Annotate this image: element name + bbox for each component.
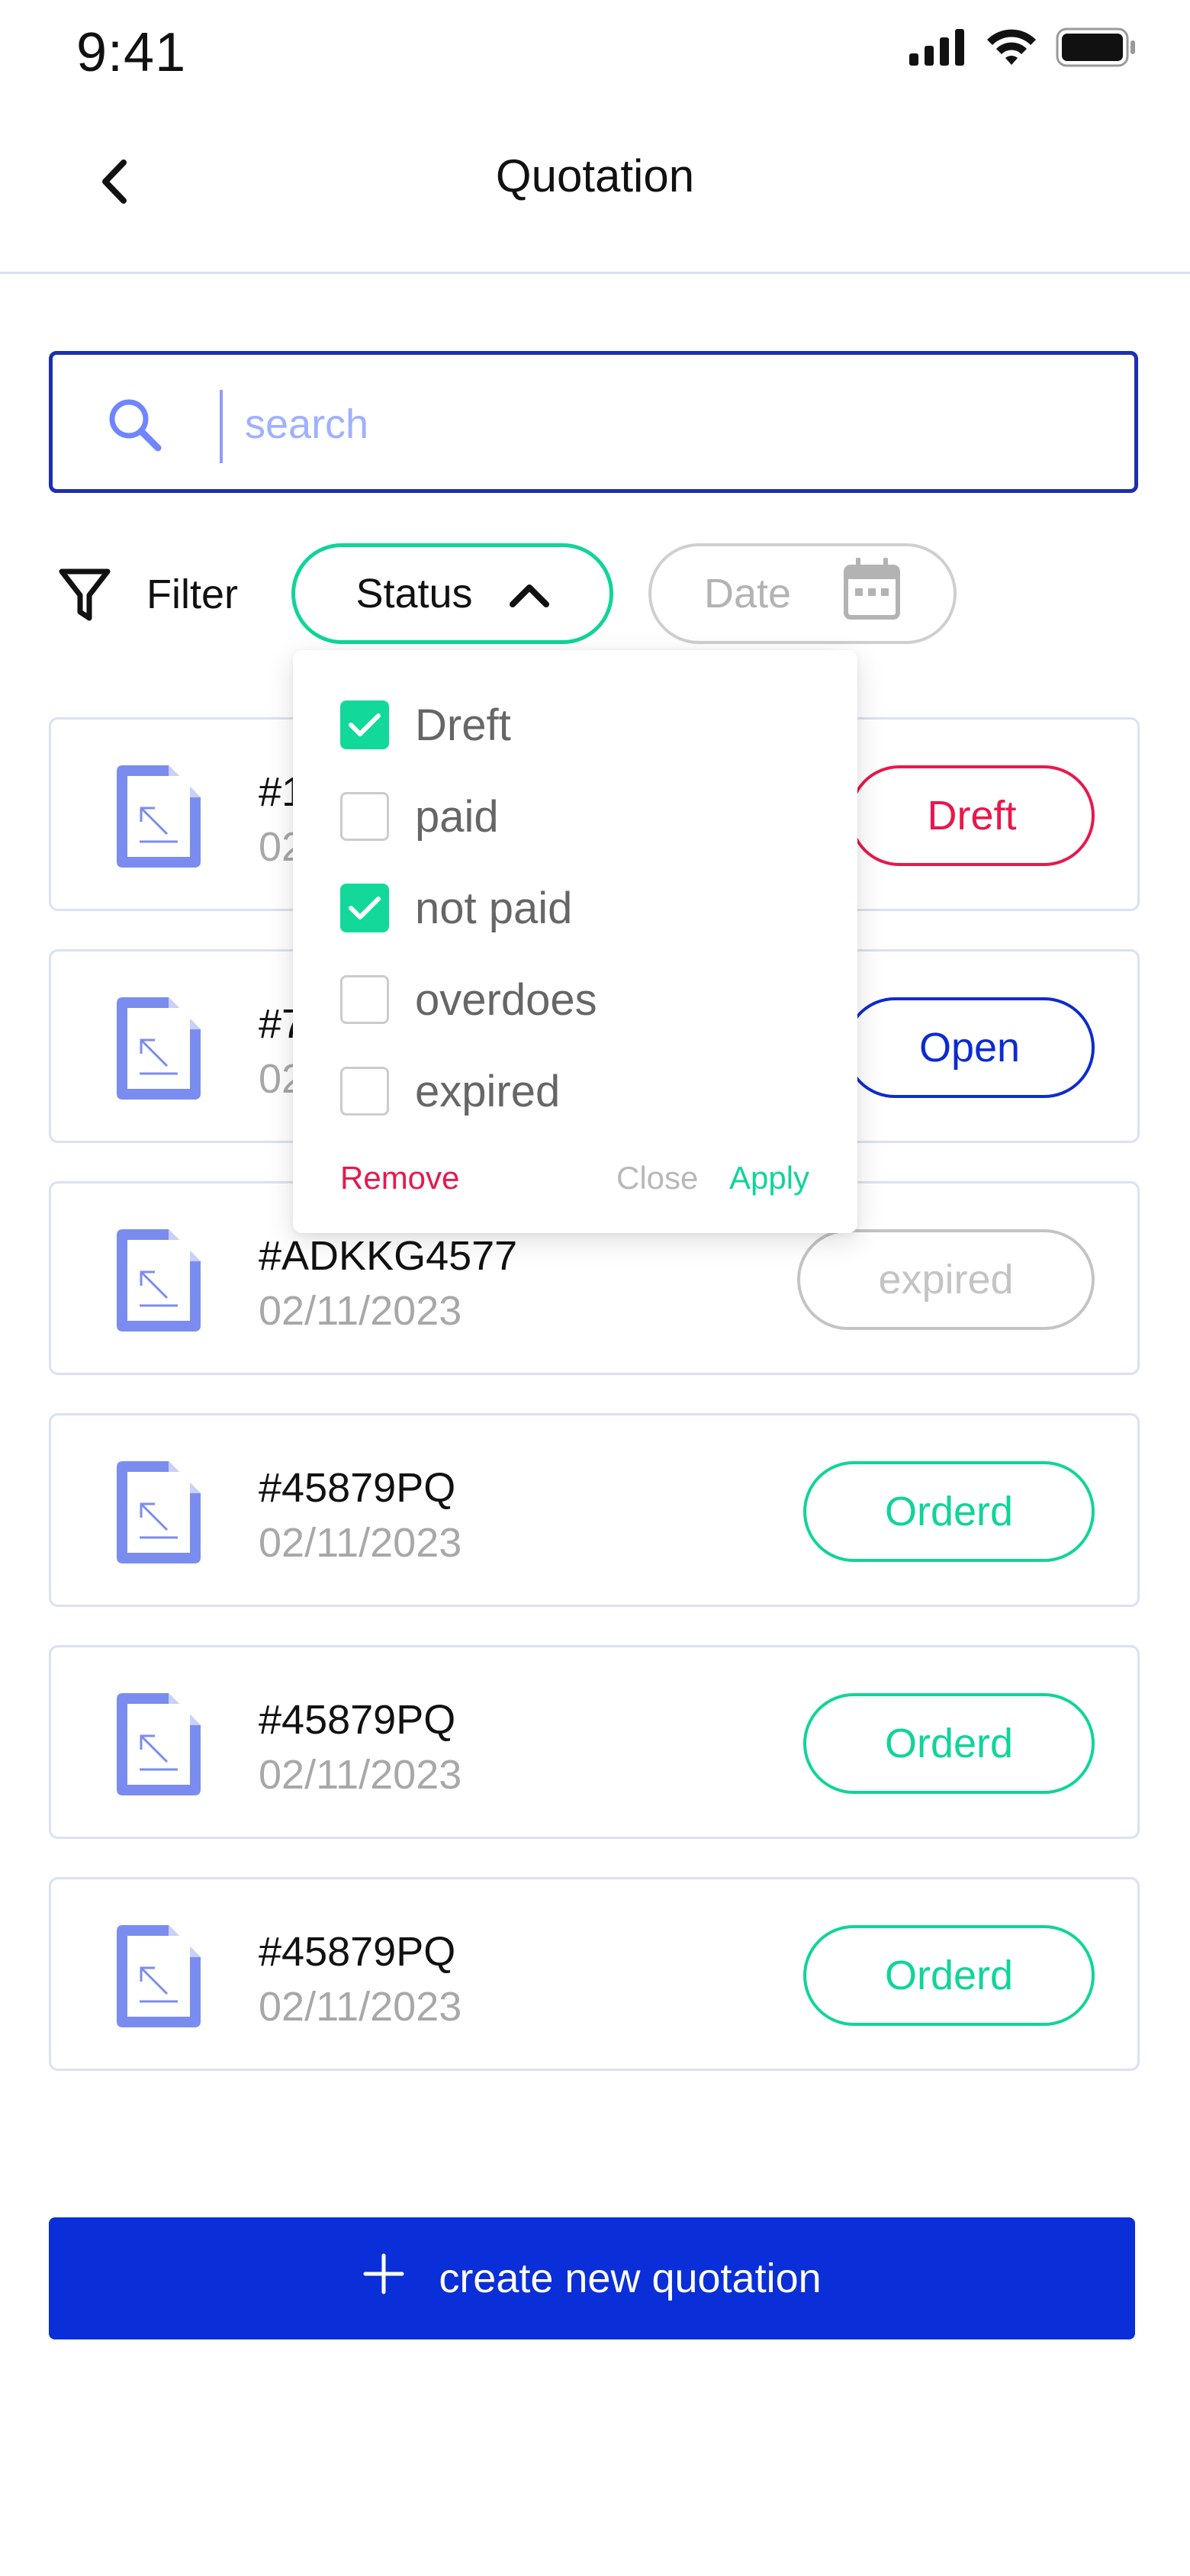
status-option-label: not paid <box>415 883 573 933</box>
checkbox-unchecked[interactable] <box>340 975 389 1024</box>
status-bar-icons <box>909 27 1137 71</box>
status-option-expired[interactable]: expired <box>340 1061 560 1122</box>
back-button[interactable] <box>92 153 137 214</box>
header-divider <box>0 272 1190 274</box>
status-option-overdoes[interactable]: overdoes <box>340 969 597 1030</box>
quotation-id: #45879PQ <box>259 1697 456 1743</box>
quotation-date: 02/11/2023 <box>259 1984 462 2030</box>
search-input[interactable] <box>243 385 1085 463</box>
quotation-date: 02/11/2023 <box>259 1752 462 1798</box>
status-dropdown: Dreft paid not paid overdoes expired Rem… <box>293 650 857 1233</box>
checkbox-unchecked[interactable] <box>340 1067 389 1116</box>
status-option-label: expired <box>415 1066 561 1116</box>
filter-label: Filter <box>146 572 238 617</box>
remove-filter-button[interactable]: Remove <box>340 1160 459 1196</box>
document-icon <box>117 1925 201 2031</box>
status-badge[interactable]: Orderd <box>803 1461 1095 1562</box>
status-badge[interactable]: Orderd <box>803 1693 1095 1794</box>
text-cursor <box>220 390 223 463</box>
quotation-card[interactable]: #45879PQ 02/11/2023 Orderd <box>49 1645 1140 1839</box>
status-option-label: overdoes <box>415 974 597 1025</box>
checkbox-checked[interactable] <box>340 884 389 932</box>
create-quotation-button[interactable]: create new quotation <box>49 2217 1135 2339</box>
checkbox-unchecked[interactable] <box>340 792 389 841</box>
quotation-card[interactable]: #45879PQ 02/11/2023 Orderd <box>49 1413 1140 1607</box>
quotation-date: 02/11/2023 <box>259 1288 462 1334</box>
search-icon <box>105 394 166 459</box>
wifi-icon <box>986 28 1037 70</box>
document-icon <box>117 1693 201 1799</box>
calendar-icon <box>843 556 901 630</box>
status-option-not-paid[interactable]: not paid <box>340 877 572 939</box>
date-chip-label: Date <box>703 571 792 617</box>
quotation-card[interactable]: #45879PQ 02/11/2023 Orderd <box>49 1877 1140 2071</box>
filter-icon[interactable] <box>58 568 111 626</box>
status-option-label: Dreft <box>415 700 511 750</box>
status-bar-time: 9:41 <box>76 22 187 83</box>
status-badge[interactable]: Dreft <box>849 765 1095 866</box>
document-icon <box>117 997 201 1103</box>
quotation-id: #ADKKG4577 <box>259 1233 518 1279</box>
status-option-label: paid <box>415 791 499 842</box>
date-filter-chip[interactable]: Date <box>648 543 957 644</box>
status-option-paid[interactable]: paid <box>340 786 499 847</box>
chevron-up-icon <box>509 570 549 617</box>
checkbox-checked[interactable] <box>340 700 389 749</box>
close-dropdown-button[interactable]: Close <box>616 1160 698 1196</box>
quotation-id: #45879PQ <box>259 1929 456 1975</box>
document-icon <box>117 1229 201 1335</box>
plus-icon <box>362 2252 405 2305</box>
status-option-dreft[interactable]: Dreft <box>340 694 511 755</box>
battery-icon <box>1056 27 1137 71</box>
status-chip-label: Status <box>355 571 473 617</box>
signal-icon <box>909 29 967 69</box>
quotation-date: 02/11/2023 <box>259 1520 462 1566</box>
page-title: Quotation <box>495 150 695 201</box>
document-icon <box>117 1461 201 1567</box>
search-box[interactable] <box>49 351 1138 493</box>
status-badge[interactable]: Orderd <box>803 1925 1095 2026</box>
status-filter-chip[interactable]: Status <box>291 543 613 644</box>
status-badge[interactable]: Open <box>844 997 1095 1098</box>
create-button-label: create new quotation <box>439 2256 822 2301</box>
status-badge[interactable]: expired <box>797 1229 1095 1330</box>
document-icon <box>117 765 201 871</box>
apply-filter-button[interactable]: Apply <box>729 1160 809 1196</box>
quotation-id: #45879PQ <box>259 1465 456 1511</box>
chevron-left-icon <box>99 158 130 209</box>
